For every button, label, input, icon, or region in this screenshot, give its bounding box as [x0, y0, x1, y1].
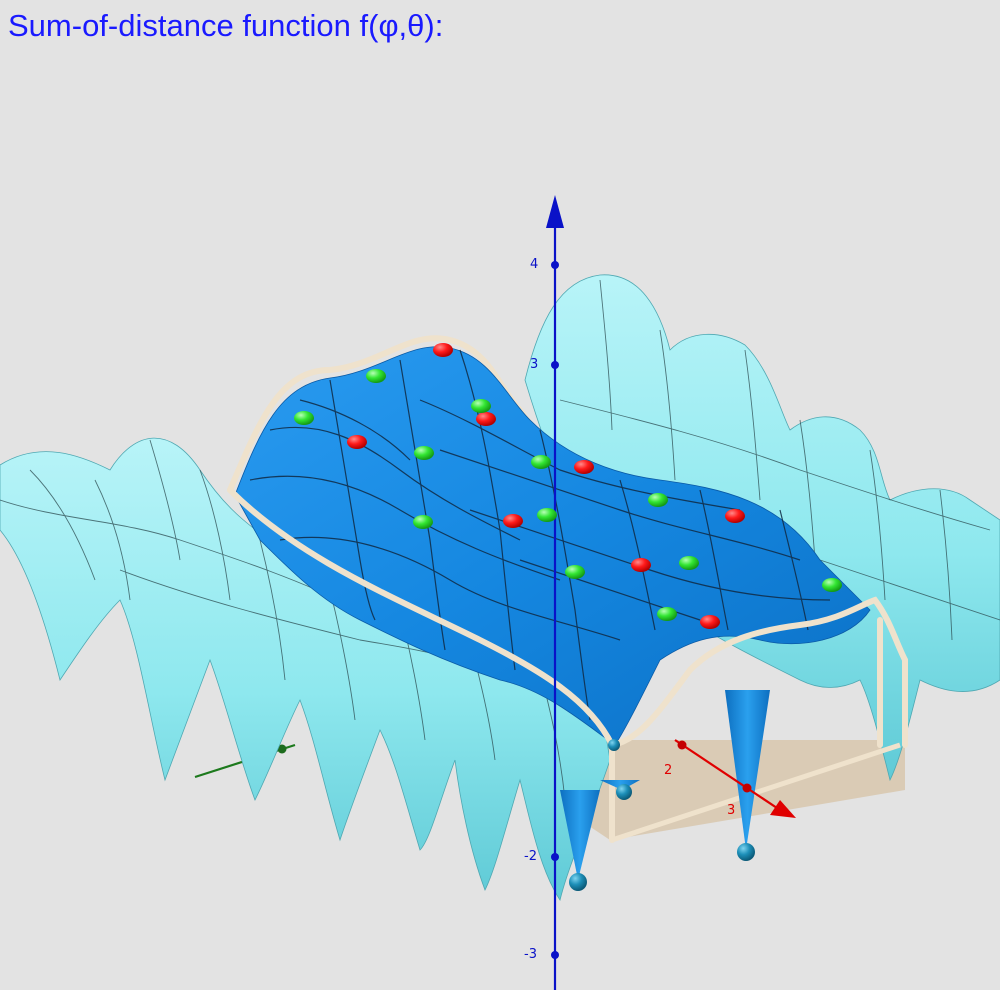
z-tick	[551, 361, 559, 369]
saddle-point[interactable]	[366, 369, 386, 383]
saddle-point[interactable]	[294, 411, 314, 425]
saddle-point[interactable]	[657, 607, 677, 621]
saddle-point[interactable]	[648, 493, 668, 507]
maximum-point[interactable]	[476, 412, 496, 426]
saddle-point[interactable]	[679, 556, 699, 570]
x-tick	[677, 740, 687, 750]
z-tick-label: -3	[524, 947, 537, 962]
maximum-point[interactable]	[725, 509, 745, 523]
z-tick-label: 3	[530, 357, 538, 372]
spike-tip-point[interactable]	[569, 873, 587, 891]
3d-graphics-canvas[interactable]: -3	[0, 0, 1000, 990]
saddle-point[interactable]	[471, 399, 491, 413]
saddle-point[interactable]	[531, 455, 551, 469]
spike-tip-point[interactable]	[616, 784, 632, 800]
spike-tip-point[interactable]	[737, 843, 755, 861]
x-tick-label: 2	[664, 763, 672, 778]
maximum-point[interactable]	[574, 460, 594, 474]
maximum-point[interactable]	[631, 558, 651, 572]
maximum-point[interactable]	[700, 615, 720, 629]
maximum-point[interactable]	[433, 343, 453, 357]
graphics-view[interactable]: Sum-of-distance function f(φ,θ): 4 3 -2 …	[0, 0, 1000, 990]
saddle-point[interactable]	[822, 578, 842, 592]
saddle-point[interactable]	[565, 565, 585, 579]
x-tick	[742, 783, 752, 793]
maximum-point[interactable]	[503, 514, 523, 528]
saddle-point[interactable]	[414, 446, 434, 460]
z-tick	[551, 951, 559, 959]
z-tick-label: 4	[530, 257, 538, 272]
saddle-point[interactable]	[413, 515, 433, 529]
z-tick	[551, 853, 559, 861]
spike-tip-point[interactable]	[608, 739, 620, 751]
z-axis-arrow	[546, 195, 564, 228]
saddle-point[interactable]	[537, 508, 557, 522]
maximum-point[interactable]	[347, 435, 367, 449]
x-tick-label: 3	[727, 803, 735, 818]
z-tick	[551, 261, 559, 269]
z-tick-label: -2	[524, 849, 537, 864]
